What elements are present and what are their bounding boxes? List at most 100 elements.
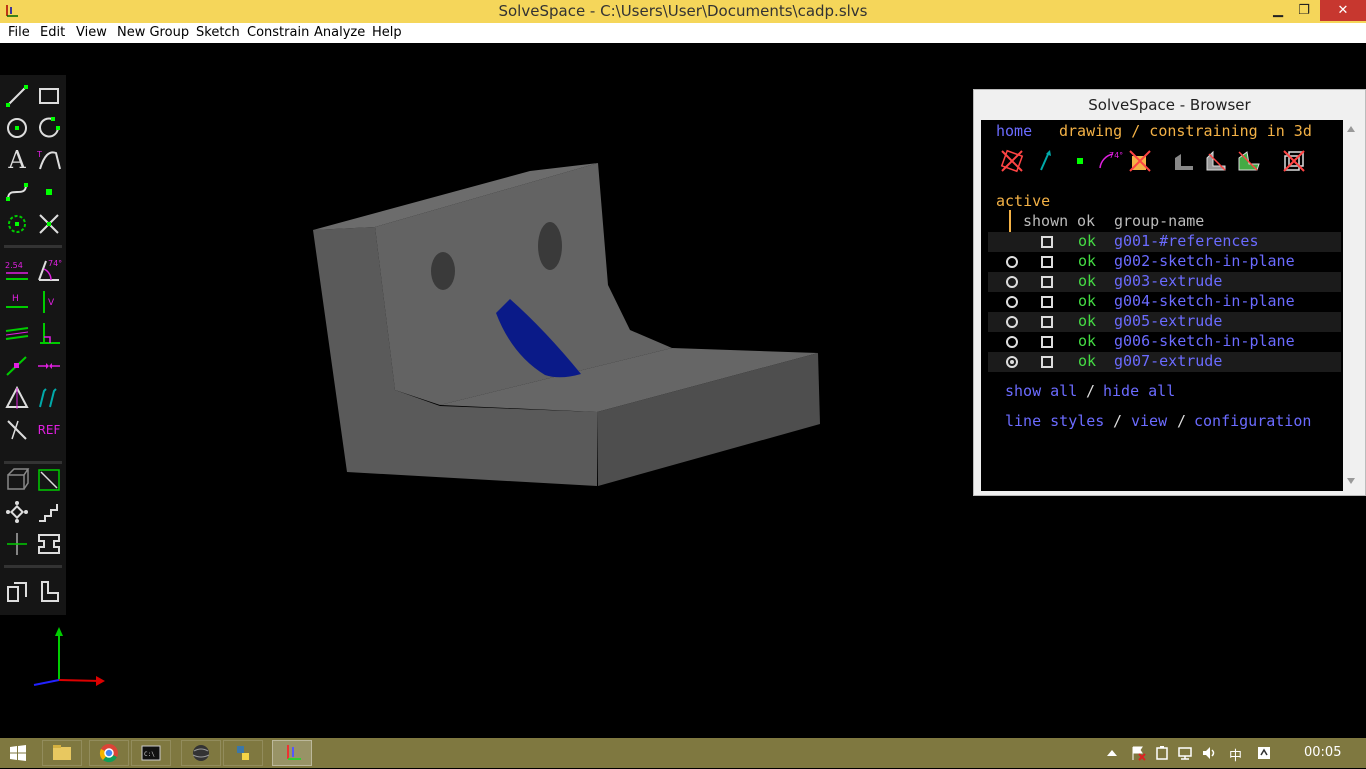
shown-checkbox[interactable] bbox=[1041, 256, 1053, 268]
ime-pad-icon[interactable] bbox=[1256, 745, 1272, 761]
active-radio[interactable] bbox=[1006, 296, 1018, 308]
group-name-link[interactable]: g004-sketch-in-plane bbox=[1114, 292, 1295, 310]
menu-analyze[interactable]: Analyze bbox=[314, 25, 365, 40]
view-link[interactable]: view bbox=[1131, 412, 1167, 430]
group-name-link[interactable]: g001-#references bbox=[1114, 232, 1259, 250]
menu-constrain[interactable]: Constrain bbox=[247, 25, 309, 40]
active-radio-selected[interactable] bbox=[1006, 356, 1018, 368]
active-section-label: active bbox=[996, 192, 1051, 210]
helix-icon[interactable] bbox=[4, 531, 30, 557]
hide-constraints-icon[interactable]: 74° bbox=[1097, 148, 1123, 174]
bezier-tool-icon[interactable] bbox=[4, 179, 30, 205]
shown-checkbox[interactable] bbox=[1041, 316, 1053, 328]
taskbar-solvespace[interactable] bbox=[272, 740, 312, 766]
circle-tool-icon[interactable] bbox=[4, 115, 30, 141]
menu-edit[interactable]: Edit bbox=[40, 25, 65, 40]
group-name-link[interactable]: g005-extrude bbox=[1114, 312, 1222, 330]
power-icon[interactable] bbox=[1154, 745, 1170, 761]
text-tool-icon[interactable]: A bbox=[4, 147, 30, 173]
clock[interactable]: 00:05 bbox=[1304, 745, 1341, 760]
hide-normals-icon[interactable] bbox=[1033, 148, 1059, 174]
hide-points-icon[interactable] bbox=[1067, 148, 1093, 174]
group-row[interactable]: ok g003-extrude bbox=[988, 272, 1341, 292]
point-on-entity-icon[interactable] bbox=[4, 353, 30, 379]
menu-new-group[interactable]: New Group bbox=[117, 25, 189, 40]
horizontal-constraint-icon[interactable]: H bbox=[4, 289, 30, 315]
lathe-icon[interactable] bbox=[36, 531, 62, 557]
taskbar-sphere-app[interactable] bbox=[181, 740, 221, 766]
same-orientation-icon[interactable] bbox=[36, 385, 62, 411]
arc-tool-icon[interactable] bbox=[36, 115, 62, 141]
tray-expand-icon[interactable] bbox=[1106, 748, 1118, 758]
group-row-active[interactable]: ok g007-extrude bbox=[988, 352, 1341, 372]
workplane-icon[interactable] bbox=[36, 467, 62, 493]
taskbar-chrome[interactable] bbox=[89, 740, 129, 766]
menu-file[interactable]: File bbox=[8, 25, 30, 40]
vertical-constraint-icon[interactable]: V bbox=[36, 289, 62, 315]
taskbar-file-explorer[interactable] bbox=[42, 740, 82, 766]
active-radio[interactable] bbox=[1006, 336, 1018, 348]
shown-checkbox[interactable] bbox=[1041, 276, 1053, 288]
rectangle-tool-icon[interactable] bbox=[36, 83, 62, 109]
split-curves-icon[interactable] bbox=[36, 211, 62, 237]
menu-help[interactable]: Help bbox=[372, 25, 402, 40]
shown-checkbox[interactable] bbox=[1041, 336, 1053, 348]
hide-workplanes-icon[interactable] bbox=[999, 148, 1025, 174]
browser-scrollbar[interactable] bbox=[1343, 120, 1359, 491]
group-row[interactable]: ok g002-sketch-in-plane bbox=[988, 252, 1341, 272]
hide-all-link[interactable]: hide all bbox=[1103, 382, 1175, 400]
group-name-link[interactable]: g003-extrude bbox=[1114, 272, 1222, 290]
midpoint-constraint-icon[interactable] bbox=[36, 353, 62, 379]
show-hidden-lines-icon[interactable] bbox=[1281, 148, 1307, 174]
free-in-3d-icon[interactable] bbox=[36, 579, 62, 605]
line-tool-icon[interactable] bbox=[4, 83, 30, 109]
workplane-3d-icon[interactable] bbox=[4, 467, 30, 493]
configuration-link[interactable]: configuration bbox=[1194, 412, 1311, 430]
show-mesh-icon[interactable] bbox=[1235, 148, 1261, 174]
close-button[interactable]: ✕ bbox=[1320, 0, 1366, 21]
point-tool-icon[interactable] bbox=[36, 179, 62, 205]
show-all-link[interactable]: show all bbox=[1005, 382, 1077, 400]
parallel-constraint-icon[interactable] bbox=[4, 321, 30, 347]
tangent-arc-tool-icon[interactable]: T bbox=[36, 147, 62, 173]
group-row[interactable]: ok g005-extrude bbox=[988, 312, 1341, 332]
group-name-link[interactable]: g007-extrude bbox=[1114, 352, 1222, 370]
shown-checkbox[interactable] bbox=[1041, 296, 1053, 308]
other-supplementary-icon[interactable] bbox=[4, 417, 30, 443]
in-workplane-icon[interactable] bbox=[4, 579, 30, 605]
menu-view[interactable]: View bbox=[76, 25, 107, 40]
volume-icon[interactable] bbox=[1201, 745, 1217, 761]
perpendicular-constraint-icon[interactable] bbox=[36, 321, 62, 347]
menu-sketch[interactable]: Sketch bbox=[196, 25, 240, 40]
start-button-icon[interactable] bbox=[10, 745, 26, 761]
distance-dimension-icon[interactable]: 2.54 bbox=[4, 257, 30, 283]
shown-checkbox[interactable] bbox=[1041, 236, 1053, 248]
show-shaded-icon[interactable] bbox=[1171, 148, 1197, 174]
line-styles-link[interactable]: line styles bbox=[1005, 412, 1104, 430]
group-name-link[interactable]: g002-sketch-in-plane bbox=[1114, 252, 1295, 270]
symmetric-constraint-icon[interactable] bbox=[4, 385, 30, 411]
step-rotate-icon[interactable] bbox=[4, 499, 30, 525]
taskbar-command-prompt[interactable]: C:\ bbox=[131, 740, 171, 766]
construction-tool-icon[interactable] bbox=[4, 211, 30, 237]
active-radio[interactable] bbox=[1006, 316, 1018, 328]
angle-dimension-icon[interactable]: 74° bbox=[36, 257, 62, 283]
action-center-flag-icon[interactable] bbox=[1130, 745, 1146, 761]
active-radio[interactable] bbox=[1006, 256, 1018, 268]
maximize-button[interactable]: ❐ bbox=[1290, 0, 1318, 21]
group-row[interactable]: ok g006-sketch-in-plane bbox=[988, 332, 1341, 352]
home-link[interactable]: home bbox=[996, 122, 1032, 140]
input-method-indicator[interactable]: 中 bbox=[1229, 745, 1242, 764]
step-translate-icon[interactable] bbox=[36, 499, 62, 525]
taskbar-python[interactable] bbox=[223, 740, 263, 766]
group-row[interactable]: ok g004-sketch-in-plane bbox=[988, 292, 1341, 312]
group-row[interactable]: ok g001-#references bbox=[988, 232, 1341, 252]
hide-construction-icon[interactable] bbox=[1127, 148, 1153, 174]
group-name-link[interactable]: g006-sketch-in-plane bbox=[1114, 332, 1295, 350]
minimize-button[interactable]: ▁ bbox=[1264, 0, 1292, 21]
reference-toggle-icon[interactable]: REF bbox=[36, 417, 62, 443]
shown-checkbox[interactable] bbox=[1041, 356, 1053, 368]
network-icon[interactable] bbox=[1177, 745, 1193, 761]
active-radio[interactable] bbox=[1006, 276, 1018, 288]
show-edges-icon[interactable] bbox=[1203, 148, 1229, 174]
